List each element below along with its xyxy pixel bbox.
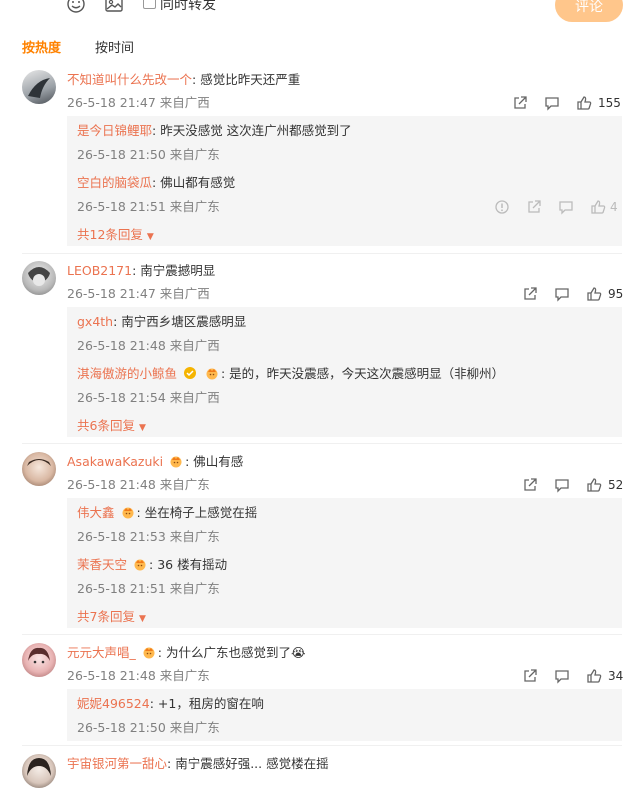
share-icon[interactable] <box>526 199 542 215</box>
chevron-down-icon: ▼ <box>146 232 154 242</box>
fan-crown-badge-icon <box>134 559 146 571</box>
reply-username[interactable]: 是今日锦鲤耶 <box>77 123 152 138</box>
divider <box>22 443 622 444</box>
more-replies-link[interactable]: 共12条回复 ▼ <box>77 227 154 245</box>
comment-username[interactable]: 不知道叫什么先改一个 <box>67 72 192 87</box>
reply-icon[interactable] <box>554 286 570 302</box>
verified-badge-icon <box>184 367 196 379</box>
reply-username[interactable]: 茉香天空 <box>77 557 127 572</box>
reply-meta: 26-5-18 21:54 来自广西 <box>77 390 220 405</box>
like-count: 4 <box>610 200 618 214</box>
comment-toolbar: 同时转发 评论 <box>0 0 628 22</box>
reply-meta: 26-5-18 21:48 来自广西 <box>77 338 220 353</box>
divider <box>22 745 622 746</box>
repost-label: 同时转发 <box>160 0 216 13</box>
report-icon[interactable] <box>494 199 510 215</box>
comment-meta: 26-5-18 21:47 来自广西 <box>67 286 210 301</box>
comment-username[interactable]: LEOB2171 <box>67 263 132 278</box>
reply-list: 是今日锦鲤耶: 昨天没感觉 这次连广州都感觉到了 26-5-18 21:50 来… <box>67 116 622 246</box>
comment-meta: 26-5-18 21:48 来自广东 <box>67 477 210 492</box>
reply-username[interactable]: 伟大鑫 <box>77 505 115 520</box>
more-replies-label: 共12条回复 <box>77 227 143 242</box>
reply-icon[interactable] <box>554 477 570 493</box>
comment-actions: 34 <box>522 668 624 686</box>
more-replies-link[interactable]: 共7条回复 ▼ <box>77 609 146 627</box>
avatar[interactable] <box>22 70 56 104</box>
comment-username[interactable]: 宇宙银河第一甜心 <box>67 756 167 771</box>
more-replies-label: 共6条回复 <box>77 418 135 433</box>
comment-username[interactable]: 元元大声唱_ <box>67 645 136 660</box>
submit-comment-button[interactable]: 评论 <box>555 0 623 22</box>
comment-actions: 95 <box>522 286 624 304</box>
like-count: 34 <box>608 669 624 683</box>
divider <box>22 634 622 635</box>
reply-meta: 26-5-18 21:51 来自广东 <box>77 199 220 214</box>
divider <box>22 253 622 254</box>
comment-text: 南宁震感好强... 感觉楼在摇 <box>175 756 329 771</box>
reply-text: 昨天没感觉 这次连广州都感觉到了 <box>160 123 352 138</box>
like-count: 95 <box>608 287 624 301</box>
fan-crown-badge-icon <box>143 647 155 659</box>
reply-meta: 26-5-18 21:50 来自广东 <box>77 147 220 162</box>
reply-meta: 26-5-18 21:53 来自广东 <box>77 529 220 544</box>
tab-sort-hot[interactable]: 按热度 <box>22 37 61 56</box>
reply-meta: 26-5-18 21:51 来自广东 <box>77 581 220 596</box>
avatar[interactable] <box>22 754 56 788</box>
reply-meta: 26-5-18 21:50 来自广东 <box>77 720 220 735</box>
reply-list: 妮妮496524: +1，租房的窗在响 26-5-18 21:50 来自广东 <box>67 689 622 741</box>
share-icon[interactable] <box>512 95 528 111</box>
reply-text: 佛山都有感觉 <box>160 175 236 190</box>
comment-meta: 26-5-18 21:48 来自广东 <box>67 668 210 683</box>
reply-text: 坐在椅子上感觉在摇 <box>144 505 258 520</box>
comment-username[interactable]: AsakawaKazuki <box>67 454 163 469</box>
comment-text: 感觉比昨天还严重 <box>200 72 301 87</box>
like-icon[interactable] <box>586 477 602 493</box>
reply-actions: 4 <box>494 199 622 217</box>
comment-text: 佛山有感 <box>193 454 244 469</box>
reply-icon[interactable] <box>544 95 560 111</box>
reply-text: 南宁西乡塘区震感明显 <box>121 314 247 329</box>
fan-crown-badge-icon <box>206 368 218 380</box>
reply-icon[interactable] <box>554 668 570 684</box>
avatar[interactable] <box>22 261 56 295</box>
share-icon[interactable] <box>522 286 538 302</box>
fan-crown-badge-icon <box>122 507 133 519</box>
comment-text: 南宁震撼明显 <box>140 263 216 278</box>
comment-actions: 52 <box>522 477 624 495</box>
image-icon[interactable] <box>104 0 124 14</box>
reply-username[interactable]: 淇海傲游的小鲸鱼 <box>77 366 177 381</box>
tab-sort-time[interactable]: 按时间 <box>95 37 134 56</box>
more-replies-label: 共7条回复 <box>77 609 135 624</box>
like-icon[interactable] <box>576 95 592 111</box>
like-count: 52 <box>608 478 624 492</box>
fan-crown-badge-icon <box>170 456 182 468</box>
like-icon[interactable] <box>586 668 602 684</box>
like-icon[interactable] <box>586 286 602 302</box>
reply-username[interactable]: 空白的脑袋瓜 <box>77 175 152 190</box>
reply-list: 伟大鑫 : 坐在椅子上感觉在摇 26-5-18 21:53 来自广东 茉香天空 … <box>67 498 622 628</box>
comment-text: 为什么广东也感觉到了😭 <box>165 645 306 660</box>
like-count: 155 <box>598 96 621 110</box>
more-replies-link[interactable]: 共6条回复 ▼ <box>77 418 146 436</box>
reply-username[interactable]: 妮妮496524 <box>77 696 150 711</box>
reply-list: gx4th: 南宁西乡塘区震感明显 26-5-18 21:48 来自广西 淇海傲… <box>67 307 622 437</box>
comment-actions: 155 <box>512 95 622 113</box>
chevron-down-icon: ▼ <box>138 423 146 433</box>
reply-text: +1，租房的窗在响 <box>157 696 264 711</box>
reply-icon[interactable] <box>558 199 574 215</box>
reply-text: 36 楼有摇动 <box>157 557 228 572</box>
avatar[interactable] <box>22 452 56 486</box>
avatar[interactable] <box>22 643 56 677</box>
reply-text: 是的，昨天没震感，今天这次震感明显（非柳州） <box>229 366 505 381</box>
repost-checkbox[interactable] <box>143 0 156 9</box>
share-icon[interactable] <box>522 477 538 493</box>
like-icon[interactable] <box>590 199 606 215</box>
smile-icon[interactable] <box>66 0 86 14</box>
share-icon[interactable] <box>522 668 538 684</box>
reply-username[interactable]: gx4th <box>77 314 113 329</box>
chevron-down-icon: ▼ <box>138 614 146 624</box>
comment-meta: 26-5-18 21:47 来自广西 <box>67 95 210 110</box>
